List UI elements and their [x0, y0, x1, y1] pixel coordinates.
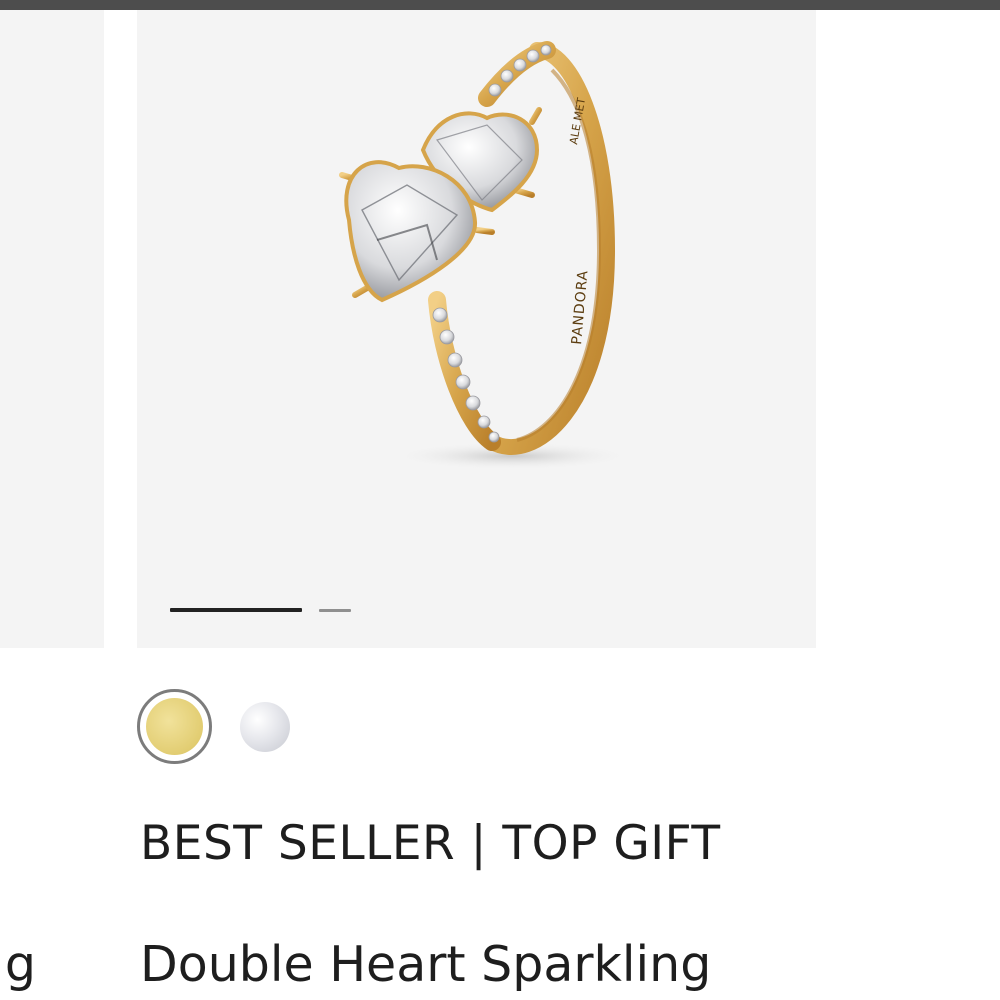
product-image-ring: ALE MET PANDORA	[339, 41, 632, 470]
previous-product-title[interactable]: g	[0, 936, 104, 996]
swatch-gold-selected[interactable]	[137, 689, 212, 764]
previous-product-card[interactable]	[0, 10, 104, 648]
top-bar	[0, 0, 1000, 10]
product-image-card[interactable]: ALE MET PANDORA	[137, 10, 816, 648]
carousel-indicator-inactive[interactable]	[319, 609, 351, 612]
swatch-silver[interactable]	[240, 702, 290, 752]
engraving-brand: PANDORA	[569, 269, 591, 345]
carousel-indicator-active[interactable]	[170, 608, 302, 612]
product-title[interactable]: Double Heart Sparkling	[140, 936, 711, 993]
gold-swatch-fill	[146, 698, 203, 755]
product-badge: BEST SELLER | TOP GIFT	[140, 816, 721, 871]
previous-product-title-fragment: g	[4, 936, 36, 993]
